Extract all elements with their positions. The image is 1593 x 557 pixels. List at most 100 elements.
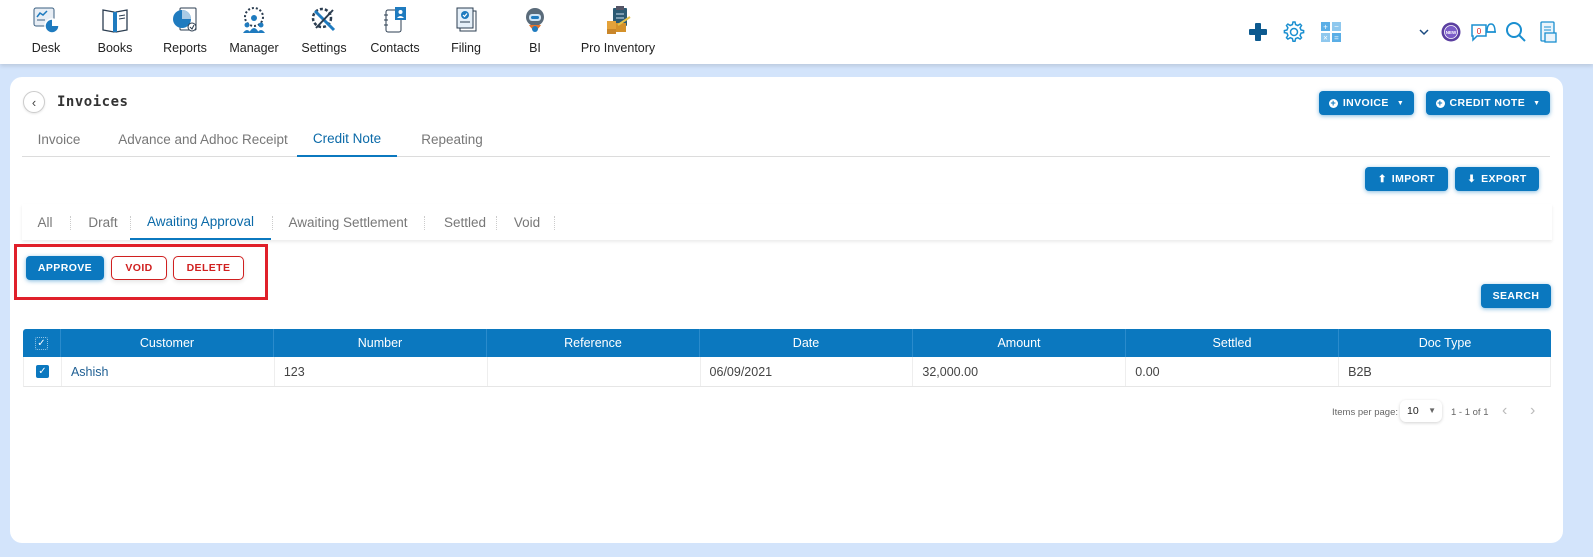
- page-range: 1 - 1 of 1: [1451, 407, 1489, 418]
- nav-label: Desk: [31, 41, 61, 55]
- filing-icon: [456, 7, 477, 32]
- new-invoice-label: INVOICE: [1342, 97, 1389, 109]
- contacts-icon: [384, 7, 406, 33]
- new-invoice-button[interactable]: + INVOICE ▼: [1319, 91, 1414, 115]
- row-checkbox[interactable]: ✓: [35, 365, 49, 378]
- calculator-button[interactable]: + − × =: [1318, 18, 1344, 46]
- import-label: IMPORT: [1391, 173, 1435, 185]
- tab-awaiting-settlement[interactable]: Awaiting Settlement: [282, 204, 414, 240]
- nav-pro-inventory[interactable]: Pro Inventory: [580, 5, 656, 61]
- table-row[interactable]: ✓ Ashish 123 06/09/2021 32,000.00 0.00 B…: [23, 357, 1551, 387]
- chevron-left-icon: ‹: [1502, 402, 1508, 419]
- svg-text:+: +: [1323, 23, 1328, 32]
- nav-label: Contacts: [370, 41, 420, 55]
- credit-notes-table: ✓ Customer Number Reference Date Amount …: [23, 329, 1551, 387]
- column-header-date[interactable]: Date: [700, 329, 913, 357]
- select-all-checkbox[interactable]: ✓: [35, 336, 48, 350]
- notifications-button[interactable]: 0: [1470, 18, 1496, 46]
- reports-icon: [173, 7, 197, 32]
- pro-inventory-icon: [607, 6, 631, 34]
- cell-customer[interactable]: Ashish: [62, 357, 275, 386]
- column-header-customer[interactable]: Customer: [61, 329, 274, 357]
- nav-label: Filing: [451, 41, 481, 55]
- calculator-icon: + −× =: [1321, 22, 1341, 43]
- new-credit-note-label: CREDIT NOTE: [1449, 97, 1526, 109]
- svg-text:×: ×: [1323, 34, 1328, 43]
- tab-awaiting-approval[interactable]: Awaiting Approval: [130, 204, 271, 240]
- tab-settled[interactable]: Settled: [434, 204, 496, 240]
- profile-dropdown[interactable]: [1415, 18, 1433, 46]
- previous-page-button[interactable]: ‹: [1502, 402, 1507, 424]
- new-credit-note-button[interactable]: + CREDIT NOTE ▼: [1426, 91, 1550, 115]
- page-title: Invoices: [57, 94, 129, 110]
- add-button[interactable]: [1245, 18, 1271, 46]
- void-button[interactable]: VOID: [111, 256, 167, 280]
- column-header-reference[interactable]: Reference: [487, 329, 700, 357]
- cell-reference: [488, 357, 701, 386]
- nav-desk[interactable]: Desk: [30, 5, 62, 61]
- svg-text:0: 0: [1477, 27, 1482, 36]
- export-button[interactable]: ⬇ EXPORT: [1455, 167, 1539, 191]
- new-badge-icon: NEW: [1441, 22, 1461, 42]
- chevron-down-icon: [1419, 29, 1429, 36]
- svg-text:=: =: [1334, 34, 1339, 43]
- approve-button[interactable]: APPROVE: [26, 256, 104, 280]
- tab-invoice[interactable]: Invoice: [22, 121, 96, 157]
- back-button[interactable]: ‹: [23, 91, 45, 113]
- clipboard-button[interactable]: [1535, 18, 1561, 46]
- svg-text:−: −: [1334, 22, 1339, 31]
- nav-label: Manager: [229, 41, 279, 55]
- nav-settings[interactable]: Settings: [300, 5, 348, 61]
- svg-text:NEW: NEW: [1446, 30, 1457, 35]
- select-all-cell: ✓: [23, 329, 61, 357]
- void-label: VOID: [125, 262, 153, 274]
- chevron-left-icon: ‹: [31, 94, 37, 110]
- desk-icon: [33, 7, 60, 34]
- column-header-doc-type[interactable]: Doc Type: [1339, 329, 1551, 357]
- search-label: SEARCH: [1492, 290, 1540, 302]
- approve-label: APPROVE: [37, 262, 93, 274]
- settings-button[interactable]: [1280, 18, 1306, 46]
- status-tabs: All Draft Awaiting Approval Awaiting Set…: [22, 204, 1552, 240]
- nav-manager[interactable]: Manager: [229, 5, 279, 61]
- next-page-button[interactable]: ›: [1530, 402, 1535, 424]
- chevron-right-icon: ›: [1530, 402, 1536, 419]
- tab-void[interactable]: Void: [506, 204, 548, 240]
- nav-label: BI: [529, 41, 541, 55]
- search-button[interactable]: [1503, 18, 1529, 46]
- nav-books[interactable]: Books: [98, 5, 132, 61]
- download-icon: ⬇: [1467, 173, 1477, 185]
- tab-divider: [554, 216, 555, 230]
- plus-circle-icon: +: [1328, 97, 1338, 108]
- settings-tools-icon: [311, 7, 336, 32]
- column-header-settled[interactable]: Settled: [1126, 329, 1339, 357]
- nav-reports[interactable]: Reports: [162, 5, 208, 61]
- whats-new-button[interactable]: NEW: [1438, 18, 1464, 46]
- row-select-cell: ✓: [24, 357, 62, 386]
- tab-divider: [272, 216, 273, 230]
- caret-down-icon: ▼: [1533, 99, 1541, 107]
- tab-all[interactable]: All: [32, 204, 58, 240]
- upload-icon: ⬆: [1377, 173, 1387, 185]
- column-header-number[interactable]: Number: [274, 329, 487, 357]
- nav-filing[interactable]: Filing: [449, 5, 483, 61]
- tab-advance-adhoc-receipt[interactable]: Advance and Adhoc Receipt: [110, 121, 296, 157]
- tab-draft[interactable]: Draft: [82, 204, 124, 240]
- search-records-button[interactable]: SEARCH: [1481, 284, 1551, 308]
- top-navigation-bar: Desk Books Reports Manager Settings Cont…: [0, 0, 1593, 64]
- cell-doc-type: B2B: [1348, 364, 1372, 379]
- tab-repeating[interactable]: Repeating: [407, 121, 497, 157]
- manager-icon: [243, 7, 265, 33]
- tab-credit-note[interactable]: Credit Note: [297, 121, 397, 157]
- import-button[interactable]: ⬆ IMPORT: [1365, 167, 1448, 191]
- nav-bi[interactable]: BI: [520, 5, 550, 61]
- caret-down-icon: ▼: [1428, 406, 1436, 415]
- delete-label: DELETE: [186, 262, 231, 274]
- column-header-amount[interactable]: Amount: [913, 329, 1126, 357]
- delete-button[interactable]: DELETE: [173, 256, 244, 280]
- items-per-page-value: 10: [1407, 405, 1419, 417]
- nav-contacts[interactable]: Contacts: [369, 5, 421, 61]
- items-per-page-select[interactable]: 10 ▼: [1400, 400, 1442, 422]
- nav-label: Settings: [301, 41, 347, 55]
- nav-label: Pro Inventory: [580, 41, 656, 55]
